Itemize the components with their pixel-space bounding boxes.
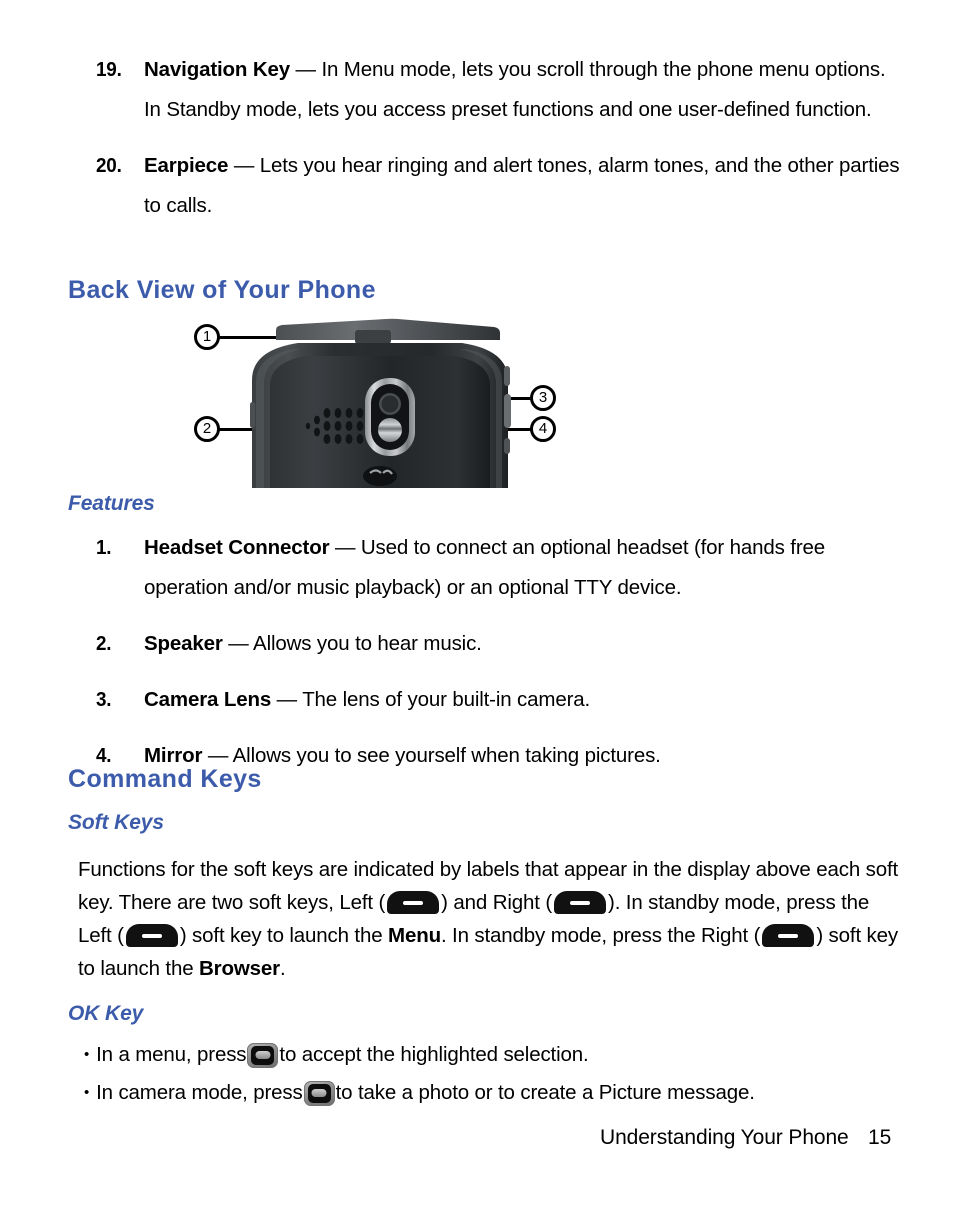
callout-2: 2 [194,416,220,442]
list-item-dash: — [202,744,233,767]
list-item-body: Speaker — Allows you to hear music. [144,624,906,664]
list-item: 2. Speaker — Allows you to hear music. [96,624,906,664]
soft-keys-text-2: ) and Right ( [441,891,553,914]
list-item: • In a menu, press to accept the highlig… [84,1036,924,1074]
list-item-number: 3. [96,688,112,711]
list-item-body: Headset Connector — Used to connect an o… [144,528,906,608]
list-item: • In camera mode, press to take a photo … [84,1074,924,1112]
list-item: 19. Navigation Key — In Menu mode, lets … [96,50,906,130]
callout-1: 1 [194,324,220,350]
list-item-term: Earpiece [144,154,229,177]
bullet-text-before: In camera mode, press [96,1081,303,1104]
bullet-text-before: In a menu, press [96,1043,247,1066]
bullet-dot: • [84,1046,90,1063]
list-item-body: Camera Lens — The lens of your built-in … [144,680,906,720]
footer-page-number: 15 [868,1126,892,1149]
list-item-term: Headset Connector [144,536,330,559]
soft-key-left-menu-icon [125,924,178,947]
soft-key-left-icon [387,891,440,914]
soft-key-right-icon [554,891,607,914]
heading-soft-keys: Soft Keys [68,811,164,834]
list-item-dash: — [222,632,254,655]
top-numbered-list: 19. Navigation Key — In Menu mode, lets … [96,50,906,242]
list-item-description: The lens of your built-in camera. [302,688,591,711]
soft-keys-text-5: . In standby mode, press the Right ( [440,924,761,947]
features-list: 1. Headset Connector — Used to connect a… [96,528,906,792]
list-item-dash: — [329,536,361,559]
list-item-term: Speaker [144,632,223,655]
soft-keys-paragraph: Functions for the soft keys are indicate… [78,853,904,985]
list-item-term: Camera Lens [144,688,272,711]
list-item: 20. Earpiece — Lets you hear ringing and… [96,146,906,226]
bullet-dot: • [84,1084,90,1101]
heading-back-view-of-your-phone: Back View of Your Phone [68,276,376,304]
bullet-text-after: to take a photo or to create a Picture m… [335,1081,755,1104]
heading-features: Features [68,492,155,515]
ok-key-bullet-list: • In a menu, press to accept the highlig… [84,1036,924,1112]
list-item-description: Allows you to hear music. [253,632,482,655]
phone-back-view-figure: 1 2 3 4 [190,316,580,488]
callout-3: 3 [530,385,556,411]
soft-keys-bold-browser: Browser [199,957,280,980]
soft-keys-bold-menu: Menu [388,924,441,947]
list-item-dash: — [228,154,260,177]
mirror [378,418,402,442]
heading-ok-key: OK Key [68,1002,144,1025]
list-item-dash: — [290,58,322,81]
soft-keys-text-4: ) soft key to launch the [179,924,389,947]
soft-keys-text-7: . [279,957,286,980]
list-item: 1. Headset Connector — Used to connect a… [96,528,906,608]
list-item-dash: — [271,688,303,711]
list-item-number: 2. [96,632,112,655]
footer-section-title: Understanding Your Phone [600,1126,849,1149]
phone-logo-mark [363,466,397,486]
list-item: 3. Camera Lens — The lens of your built-… [96,680,906,720]
list-item-number: 20. [96,154,122,177]
soft-key-right-browser-icon [762,924,815,947]
list-item-description: Allows you to see yourself when taking p… [232,744,661,767]
list-item-term: Mirror [144,744,203,767]
callout-4: 4 [530,416,556,442]
list-item-number: 1. [96,536,112,559]
list-item-term: Navigation Key [144,58,290,81]
ok-key-icon [247,1042,279,1068]
heading-command-keys: Command Keys [68,765,262,793]
list-item-body: Earpiece — Lets you hear ringing and ale… [144,146,906,226]
bullet-text-after: to accept the highlighted selection. [279,1043,589,1066]
phone-illustration [250,318,511,488]
ok-key-icon [303,1080,335,1106]
list-item-body: Navigation Key — In Menu mode, lets you … [144,50,906,130]
list-item-number: 19. [96,58,122,81]
document-page: 19. Navigation Key — In Menu mode, lets … [0,0,954,1209]
